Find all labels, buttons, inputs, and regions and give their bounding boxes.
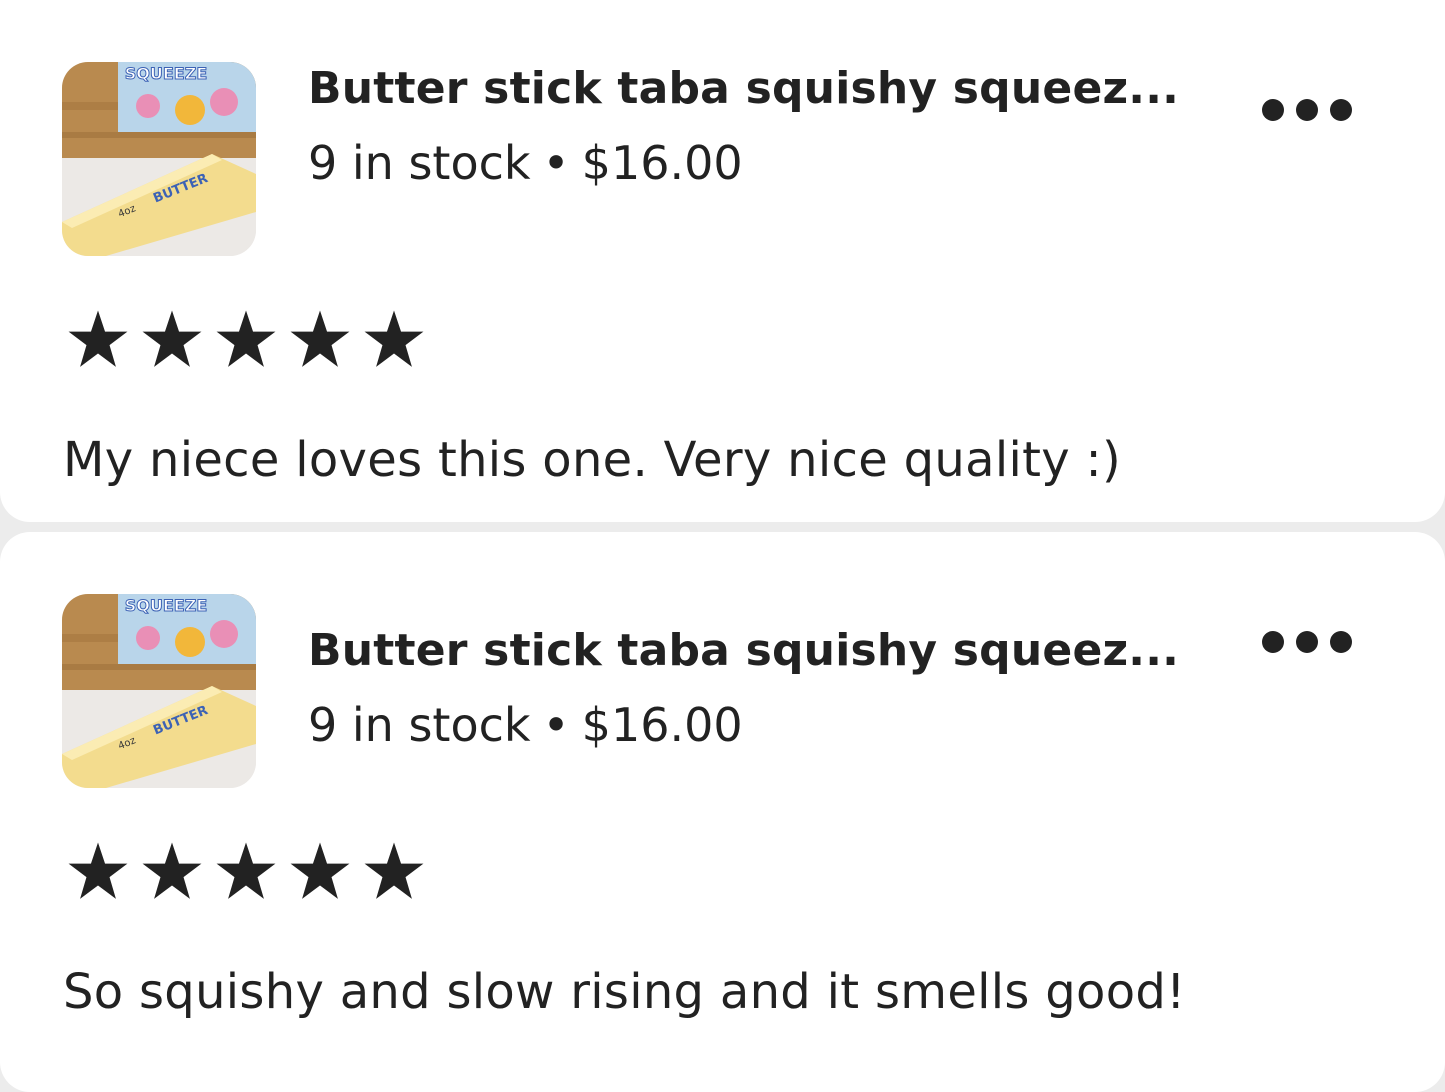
star-icon <box>364 310 424 367</box>
product-thumbnail[interactable]: SQUEEZE BUTTER 4oz <box>62 594 256 788</box>
stock-count: 9 in stock <box>308 136 531 190</box>
butter-stick-image: SQUEEZE BUTTER 4oz <box>62 62 256 256</box>
star-rating <box>66 840 426 904</box>
meta-separator: • <box>542 136 570 190</box>
more-options-button[interactable] <box>1262 90 1352 130</box>
star-icon <box>68 310 128 367</box>
more-horizontal-icon <box>1262 99 1284 121</box>
more-horizontal-icon <box>1296 99 1318 121</box>
review-card: SQUEEZE BUTTER 4oz Butter stick taba squ… <box>0 0 1445 522</box>
star-icon <box>216 842 276 899</box>
star-icon <box>142 310 202 367</box>
product-thumbnail[interactable]: SQUEEZE BUTTER 4oz <box>62 62 256 256</box>
price: $16.00 <box>581 136 743 190</box>
review-text: So squishy and slow rising and it smells… <box>63 964 1186 1020</box>
star-icon <box>290 310 350 367</box>
review-text: My niece loves this one. Very nice quali… <box>63 432 1121 488</box>
more-horizontal-icon <box>1330 99 1352 121</box>
svg-text:SQUEEZE: SQUEEZE <box>125 596 208 615</box>
star-rating <box>66 308 426 372</box>
more-horizontal-icon <box>1262 631 1284 653</box>
star-icon <box>216 310 276 367</box>
listing-meta: 9 in stock • $16.00 <box>308 698 743 752</box>
price: $16.00 <box>581 698 743 752</box>
star-icon <box>68 842 128 899</box>
star-icon <box>290 842 350 899</box>
star-icon <box>142 842 202 899</box>
star-icon <box>364 842 424 899</box>
listing-title[interactable]: Butter stick taba squishy squeez... <box>308 625 1179 676</box>
svg-text:SQUEEZE: SQUEEZE <box>125 64 208 83</box>
more-options-button[interactable] <box>1262 622 1352 662</box>
stock-count: 9 in stock <box>308 698 531 752</box>
review-card: SQUEEZE BUTTER 4oz Butter stick taba squ… <box>0 532 1445 1092</box>
more-horizontal-icon <box>1330 631 1352 653</box>
more-horizontal-icon <box>1296 631 1318 653</box>
meta-separator: • <box>542 698 570 752</box>
listing-meta: 9 in stock • $16.00 <box>308 136 743 190</box>
butter-stick-image: SQUEEZE BUTTER 4oz <box>62 594 256 788</box>
listing-title[interactable]: Butter stick taba squishy squeez... <box>308 63 1179 114</box>
